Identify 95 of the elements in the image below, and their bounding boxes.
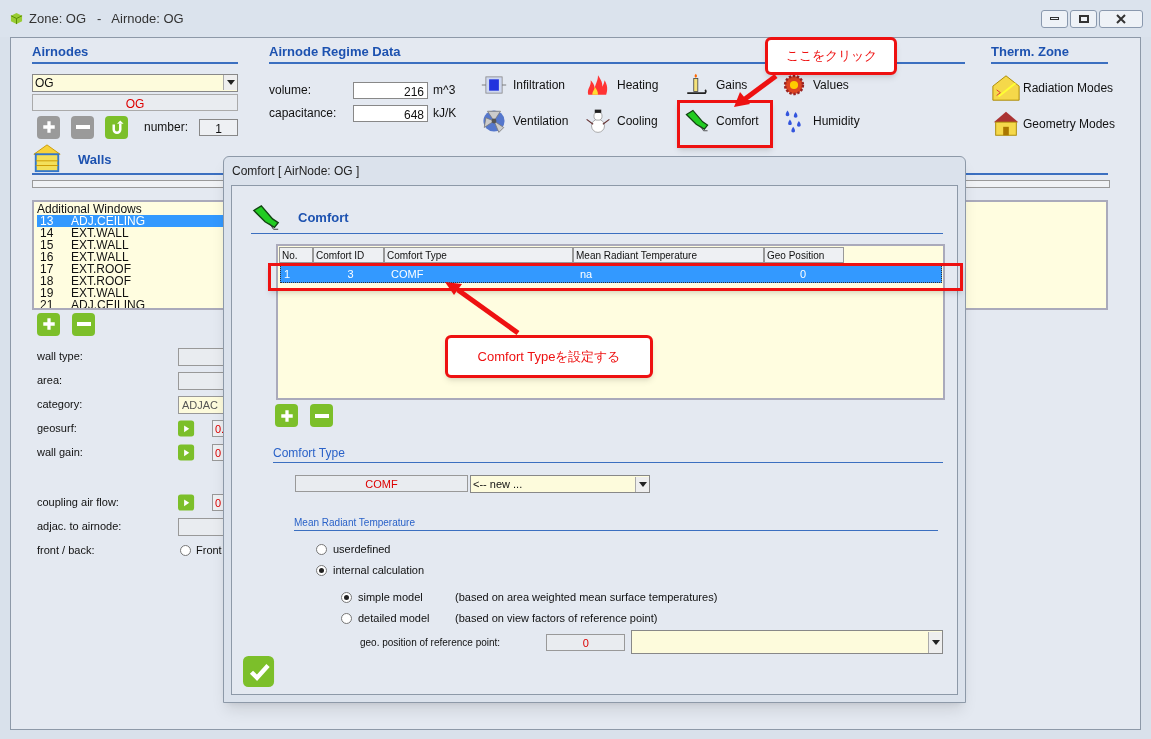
field-label: geo. position of reference point: xyxy=(360,635,502,650)
window-title: Zone: OG - Airnode: OG xyxy=(29,9,184,28)
section-heading: Therm. Zone xyxy=(991,44,1069,59)
minus-icon xyxy=(76,322,91,326)
play-button[interactable] xyxy=(178,444,195,461)
field-label: geosurf: xyxy=(37,421,78,437)
list-row[interactable]: 17 EXT.ROOF xyxy=(37,262,223,275)
tool-button[interactable]: Infiltration xyxy=(480,71,566,98)
play-button[interactable] xyxy=(178,420,195,437)
field-label: category: xyxy=(37,397,84,413)
radio-label: detailed model xyxy=(358,611,431,627)
minimize-button[interactable] xyxy=(1041,9,1068,28)
model-note: (based on view factors of reference point) xyxy=(455,611,658,627)
radio-button[interactable] xyxy=(316,544,327,555)
cube-icon xyxy=(10,12,23,25)
section-heading: Comfort xyxy=(298,208,349,227)
comfort-type-field: COMF xyxy=(295,475,468,492)
model-note: (based on area weighted mean surface temperatures) xyxy=(455,590,718,606)
reference-point-field: 0 xyxy=(546,633,626,651)
undo-button[interactable] xyxy=(105,115,128,139)
remove-button[interactable] xyxy=(310,404,333,427)
airnode-dropdown[interactable]: OG xyxy=(32,73,238,92)
radio-button[interactable] xyxy=(341,613,352,624)
list-row[interactable]: 19 EXT.WALL xyxy=(37,286,223,299)
table-cell-text: 1 xyxy=(283,266,292,282)
field-label: coupling air flow: xyxy=(37,495,120,511)
table-cell-text: 0 xyxy=(798,266,807,282)
remove-button[interactable] xyxy=(72,312,95,336)
close-button[interactable] xyxy=(1099,9,1143,28)
callout: ここをクリック xyxy=(765,37,897,75)
fan-icon xyxy=(480,107,508,134)
field-label: area: xyxy=(37,373,64,389)
radio-button[interactable] xyxy=(180,545,191,556)
house-arrow-icon xyxy=(991,72,1021,103)
tool-button[interactable]: Heating xyxy=(584,71,659,98)
column-header[interactable]: Mean Radiant Temperature xyxy=(573,247,764,263)
dialog-title: Comfort [ AirNode: OG ] xyxy=(232,163,360,180)
tool-button[interactable]: Ventilation xyxy=(480,107,569,134)
play-button[interactable] xyxy=(178,494,195,511)
add-button[interactable] xyxy=(37,312,60,336)
list-row[interactable]: 16 EXT.WALL xyxy=(37,250,223,263)
field-label: volume: xyxy=(269,82,313,99)
tool-button[interactable]: Humidity xyxy=(780,107,860,134)
zone-button[interactable]: Radiation Modes xyxy=(991,69,1114,106)
list-row[interactable]: 18 EXT.ROOF xyxy=(37,274,223,287)
maximize-button[interactable] xyxy=(1070,9,1097,28)
airnode-name-field: OG xyxy=(32,93,238,111)
tool-button[interactable]: Gains xyxy=(683,71,748,98)
section-heading: Airnodes xyxy=(32,44,89,59)
table-cell-text: na xyxy=(579,266,594,282)
column-header[interactable]: Geo Position xyxy=(764,247,844,263)
table-cell-text: COMF xyxy=(390,266,425,282)
column-header[interactable]: Comfort ID xyxy=(313,247,384,263)
field-label: adjac. to airnode: xyxy=(37,519,123,535)
table-cell-text: 3 xyxy=(346,266,355,282)
dropdown-arrow-icon xyxy=(226,80,235,85)
list-group-label: Additional Windows xyxy=(37,202,143,215)
radio-label: userdefined xyxy=(333,542,391,558)
column-header[interactable]: No. xyxy=(279,247,313,263)
radio-label: internal calculation xyxy=(333,563,425,579)
tool-button[interactable]: Cooling xyxy=(584,107,658,134)
section-heading: Airnode Regime Data xyxy=(269,44,401,59)
unit-label: m^3 xyxy=(433,82,456,99)
callout: Comfort Typeを設定する xyxy=(445,335,653,378)
minus-icon xyxy=(314,413,329,418)
radio-button[interactable] xyxy=(341,592,352,603)
zone-button[interactable]: Geometry Modes xyxy=(991,105,1116,142)
list-row[interactable]: 14 EXT.WALL xyxy=(37,226,223,239)
section-heading: Mean Radiant Temperature xyxy=(294,517,415,528)
radio-label: simple model xyxy=(358,590,424,606)
section-heading: Walls xyxy=(78,151,112,169)
ok-button[interactable] xyxy=(243,656,275,688)
input-field[interactable]: 648 xyxy=(353,104,428,122)
radio-button[interactable] xyxy=(316,565,327,576)
column-header[interactable]: Comfort Type xyxy=(384,247,573,263)
number-field: 1 xyxy=(199,118,238,136)
number-label: number: xyxy=(144,119,189,136)
field-label: capacitance: xyxy=(269,105,338,122)
unit-label: kJ/K xyxy=(433,105,457,122)
field-label: wall type: xyxy=(37,349,84,365)
field-label: wall gain: xyxy=(37,445,84,461)
dropdown-arrow-icon xyxy=(931,639,940,645)
add-button[interactable] xyxy=(275,404,298,427)
list-row[interactable]: 15 EXT.WALL xyxy=(37,238,223,251)
comfort-type-dropdown[interactable]: <-- new ... xyxy=(470,475,650,493)
section-heading: Comfort Type xyxy=(273,446,345,460)
tool-button[interactable]: Comfort xyxy=(683,107,759,134)
snowman-icon xyxy=(584,107,612,134)
minus-icon xyxy=(75,125,90,129)
field-label: front / back: xyxy=(37,543,96,559)
dropdown-arrow-icon xyxy=(638,481,647,487)
input-field[interactable]: 216 xyxy=(353,81,428,99)
reference-point-dropdown[interactable] xyxy=(631,630,943,654)
close-icon xyxy=(1116,13,1126,24)
radio-label: Front xyxy=(196,543,222,559)
